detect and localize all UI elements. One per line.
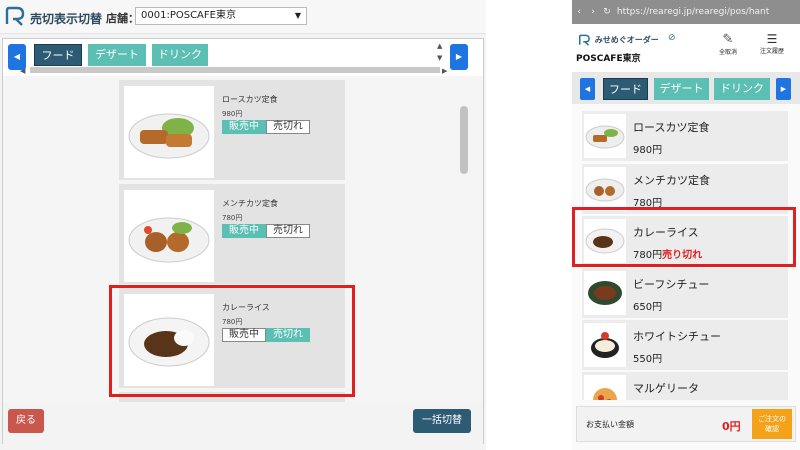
clear-all-button[interactable]: ✎ 全取消	[708, 32, 748, 56]
order-history-button[interactable]: ☰ 注文履歴	[752, 32, 792, 55]
total-amount: 0円	[722, 420, 741, 433]
item-price: 550円	[633, 354, 663, 365]
highlight-box	[109, 285, 355, 397]
food-image-minced-cutlet	[124, 190, 214, 282]
vertical-scrollbar[interactable]	[460, 106, 468, 174]
tab-dessert[interactable]: デザート	[654, 78, 709, 100]
url-text[interactable]: https://rearegi.jp/rearegi/pos/hant	[617, 7, 769, 17]
sold-out-button[interactable]: 売切れ	[266, 224, 310, 238]
on-sale-button[interactable]: 販売中	[222, 120, 266, 134]
back-button[interactable]: 戻る	[8, 409, 44, 433]
back-arrow-icon[interactable]: ‹	[572, 0, 586, 24]
confirm-label-line2: 確認	[765, 425, 779, 433]
eraser-icon: ✎	[722, 32, 734, 47]
store-select[interactable]: 0001:POSCAFE東京 ▼	[135, 7, 307, 25]
list-item[interactable]: マルゲリータ	[582, 372, 788, 400]
order-header: みせめぐオーダー ⊘ POSCAFE東京 ✎ 全取消 ☰ 注文履歴	[572, 24, 800, 72]
prev-category-button[interactable]: ◀	[580, 78, 595, 100]
rearegi-logo-icon	[578, 34, 590, 46]
item-name: メンチカツ定食	[633, 174, 710, 187]
item-price: 980円	[633, 145, 663, 156]
food-image-pork-cutlet	[124, 86, 214, 178]
tab-dessert[interactable]: デザート	[88, 44, 146, 66]
on-sale-button[interactable]: 販売中	[222, 224, 266, 238]
clear-all-label: 全取消	[718, 49, 737, 56]
tab-drink[interactable]: ドリンク	[152, 44, 208, 66]
next-category-button[interactable]: ▶	[450, 44, 468, 70]
food-thumbnail	[584, 114, 626, 158]
highlight-box	[572, 207, 796, 267]
rearegi-logo-icon	[5, 6, 25, 26]
scroll-down-arrow-icon[interactable]: ▼	[437, 54, 442, 62]
page-title: 売切表示切替	[30, 12, 103, 26]
food-thumbnail	[584, 323, 626, 367]
store-name: POSCAFE東京	[576, 54, 641, 64]
scroll-right-arrow-icon[interactable]: ▶	[442, 67, 447, 75]
item-name: ロースカツ定食	[633, 121, 710, 134]
confirm-label-line1: ご注文の	[758, 415, 786, 423]
list-item[interactable]: ホワイトシチュー 550円	[582, 320, 788, 370]
item-name: ビーフシチュー	[633, 278, 710, 291]
horizontal-scrollbar[interactable]	[30, 67, 440, 73]
order-confirm-button[interactable]: ご注文の 確認	[752, 409, 792, 439]
tab-drink[interactable]: ドリンク	[714, 78, 770, 100]
food-thumbnail	[584, 167, 626, 211]
footer	[3, 402, 483, 444]
reload-icon[interactable]: ↻	[600, 0, 614, 24]
scroll-left-arrow-icon[interactable]: ◀	[20, 67, 25, 75]
menu-card: ロースカツ定食 980円 販売中 売切れ	[119, 80, 345, 180]
store-select-value: 0001:POSCAFE東京	[141, 10, 236, 21]
payment-label: お支払い金額	[586, 420, 634, 429]
item-name: ホワイトシチュー	[633, 330, 721, 343]
list-item[interactable]: ロースカツ定食 980円	[582, 111, 788, 161]
logo-text: みせめぐオーダー	[594, 35, 659, 45]
food-thumbnail	[584, 375, 626, 400]
item-price: 980円	[222, 110, 243, 118]
item-name: メンチカツ定食	[222, 199, 278, 208]
list-icon: ☰	[766, 32, 778, 46]
misemegu-logo: みせめぐオーダー	[578, 34, 659, 46]
list-item[interactable]: ビーフシチュー 650円	[582, 268, 788, 318]
item-name: マルゲリータ	[633, 382, 699, 395]
scroll-up-arrow-icon[interactable]: ▲	[437, 42, 442, 50]
forward-arrow-icon[interactable]: ›	[586, 0, 600, 24]
sold-out-button[interactable]: 売切れ	[266, 120, 310, 134]
menu-card: メンチカツ定食 780円 販売中 売切れ	[119, 184, 345, 284]
tab-food[interactable]: フード	[34, 44, 82, 66]
order-history-label: 注文履歴	[759, 48, 784, 55]
item-name: ロースカツ定食	[222, 95, 278, 104]
food-thumbnail	[584, 271, 626, 315]
item-price: 650円	[633, 302, 663, 313]
header: 売切表示切替 店舗： 0001:POSCAFE東京 ▼	[0, 0, 486, 34]
sold-out-toggle-panel: 売切表示切替 店舗： 0001:POSCAFE東京 ▼ ◀ フード デザート ド…	[0, 0, 486, 450]
chevron-down-icon: ▼	[294, 11, 301, 20]
tab-food[interactable]: フード	[603, 78, 648, 100]
browser-address-bar: ‹ › ↻ https://rearegi.jp/rearegi/pos/hant	[572, 0, 800, 24]
bulk-toggle-button[interactable]: 一括切替	[413, 409, 471, 433]
no-wifi-icon: ⊘	[668, 33, 676, 43]
next-category-button[interactable]: ▶	[776, 78, 791, 100]
item-price: 780円	[222, 214, 243, 222]
